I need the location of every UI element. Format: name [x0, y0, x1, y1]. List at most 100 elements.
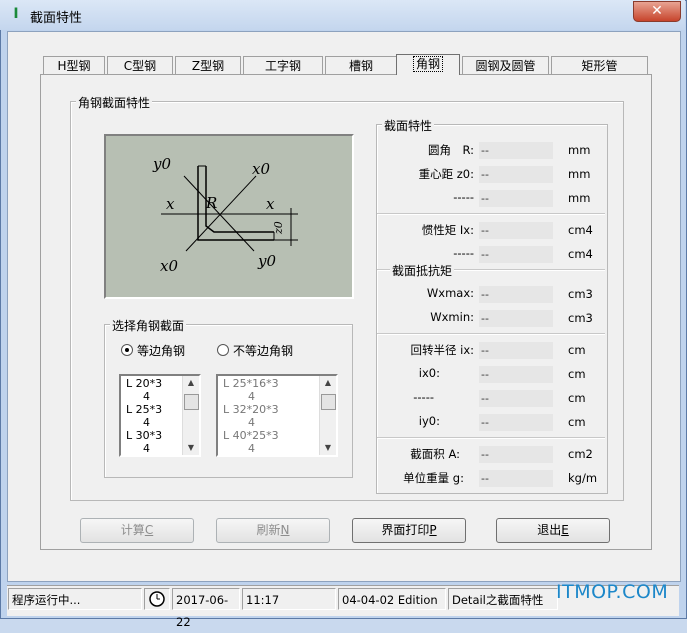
prop-unit-radius-ix: cm	[568, 343, 586, 357]
list-item[interactable]: L 25*3	[126, 403, 162, 416]
select-section-group-title: 选择角钢截面	[110, 317, 187, 334]
prop-label-radius-ix: 回转半径 ix:	[410, 343, 474, 357]
tab-h-steel[interactable]: H型钢	[43, 56, 105, 75]
refresh-button[interactable]: 刷新N	[216, 518, 330, 543]
prop-unit-fillet-r: mm	[568, 143, 591, 157]
prop-label-centroid-z0: 重心距 z0:	[418, 167, 474, 181]
tab-i-beam[interactable]: 工字钢	[243, 56, 323, 75]
prop-unit-blank-3: cm	[568, 391, 586, 405]
status-module: Detail之截面特性	[448, 588, 558, 610]
prop-unit-centroid-z0: mm	[568, 167, 591, 181]
label-x-right: x	[266, 195, 275, 213]
prop-unit-ix0: cm	[568, 367, 586, 381]
angle-diagram-svg: y0 x0 x x R x0 y0 z0	[152, 155, 298, 275]
prop-unit-wxmax: cm3	[568, 287, 593, 301]
prop-value-blank-1: --	[479, 190, 553, 207]
scroll-up-icon[interactable]: ▲	[183, 376, 199, 390]
unequal-list-scrollbar[interactable]: ▲ ▼	[319, 376, 336, 455]
title-bar[interactable]: I 截面特性 ✕	[0, 0, 685, 30]
label-r: R	[205, 194, 217, 212]
prop-value-iy0: --	[479, 414, 553, 431]
prop-unit-area: cm2	[568, 447, 593, 461]
clock-icon	[144, 588, 170, 610]
prop-value-fillet-r: --	[479, 142, 553, 159]
tab-z-steel[interactable]: Z型钢	[175, 56, 241, 75]
radio-unequal[interactable]	[217, 344, 229, 356]
equal-angle-list[interactable]: L 20*3 4 L 25*3 4 L 30*3 4 ▲ ▼	[119, 374, 201, 457]
status-time: 11:17	[242, 588, 336, 610]
label-x0-bottom: x0	[160, 257, 178, 275]
status-edition: 04-04-02 Edition	[338, 588, 446, 610]
scroll-thumb[interactable]	[184, 394, 199, 410]
divider	[377, 333, 605, 335]
unequal-angle-list[interactable]: L 25*16*3 4 L 32*20*3 4 L 40*25*3 4 ▲ ▼	[216, 374, 338, 457]
label-y0-bottom: y0	[257, 252, 276, 270]
prop-unit-blank-1: mm	[568, 191, 591, 205]
tab-c-steel[interactable]: C型钢	[107, 56, 173, 75]
close-button[interactable]: ✕	[633, 1, 681, 22]
list-item[interactable]: L 32*20*3	[223, 403, 279, 416]
calc-button[interactable]: 计算C	[80, 518, 194, 543]
prop-value-inertia-ix: --	[479, 222, 553, 239]
label-x0-top: x0	[252, 160, 270, 178]
prop-label-wxmin: Wxmin:	[430, 310, 474, 324]
status-message: 程序运行中...	[8, 588, 142, 610]
exit-button[interactable]: 退出E	[496, 518, 610, 543]
scroll-down-icon[interactable]: ▼	[183, 441, 199, 455]
section-modulus-title: 截面抵抗矩	[390, 262, 455, 279]
scroll-up-icon[interactable]: ▲	[320, 376, 336, 390]
prop-label-inertia-ix: 惯性矩 Ix:	[421, 223, 474, 237]
equal-list-scrollbar[interactable]: ▲ ▼	[182, 376, 199, 455]
scroll-down-icon[interactable]: ▼	[320, 441, 336, 455]
prop-label-unit-weight: 单位重量 g:	[403, 471, 464, 485]
list-item[interactable]: 4	[143, 416, 150, 429]
prop-label-wxmax: Wxmax:	[426, 286, 474, 300]
prop-value-ix0: --	[479, 366, 553, 383]
list-item[interactable]: 4	[143, 390, 150, 403]
list-item[interactable]: L 20*3	[126, 377, 162, 390]
prop-label-iy0: iy0:	[418, 414, 440, 428]
prop-value-unit-weight: --	[479, 470, 553, 487]
list-item[interactable]: L 30*3	[126, 429, 162, 442]
prop-unit-inertia-ix: cm4	[568, 223, 593, 237]
watermark: ITMOP.COM	[556, 581, 669, 603]
label-y0-top: y0	[152, 155, 171, 173]
prop-value-blank-2: --	[479, 246, 553, 263]
prop-label-blank-1: -----	[453, 190, 474, 204]
list-item[interactable]: 4	[248, 442, 255, 455]
prop-label-area: 截面积 A:	[410, 447, 460, 461]
print-button[interactable]: 界面打印P	[352, 518, 466, 543]
properties-group-title: 截面特性	[382, 117, 435, 134]
prop-label-fillet-r: 圆角 R:	[427, 143, 474, 157]
prop-label-blank-3: -----	[413, 390, 434, 404]
window-title: 截面特性	[30, 11, 83, 26]
prop-unit-wxmin: cm3	[568, 311, 593, 325]
prop-unit-blank-2: cm4	[568, 247, 593, 261]
list-item[interactable]: 4	[143, 442, 150, 455]
status-date: 2017-06-22	[172, 588, 240, 629]
label-x-left: x	[166, 195, 175, 213]
list-item[interactable]: 4	[248, 416, 255, 429]
i-beam-icon: I	[13, 6, 19, 22]
divider	[377, 213, 605, 215]
label-z0: z0	[272, 221, 285, 235]
scroll-thumb[interactable]	[321, 394, 336, 410]
list-item[interactable]: L 40*25*3	[223, 429, 279, 442]
angle-diagram: y0 x0 x x R x0 y0 z0	[104, 134, 354, 299]
tab-rect-tube[interactable]: 矩形管	[551, 56, 648, 75]
prop-unit-iy0: cm	[568, 415, 586, 429]
radio-equal-label[interactable]: 等边角钢	[137, 342, 185, 359]
tab-round-tube[interactable]: 圆钢及圆管	[462, 56, 549, 75]
prop-value-wxmin: --	[479, 310, 553, 327]
radio-unequal-label[interactable]: 不等边角钢	[233, 342, 293, 359]
list-item[interactable]: 4	[248, 390, 255, 403]
prop-unit-unit-weight: kg/m	[568, 471, 598, 485]
list-item[interactable]: L 25*16*3	[223, 377, 279, 390]
radio-equal[interactable]	[121, 344, 133, 356]
tab-angle-steel[interactable]: 角钢	[396, 54, 460, 75]
prop-label-ix0: ix0:	[418, 366, 440, 380]
divider	[377, 437, 605, 439]
prop-value-wxmax: --	[479, 286, 553, 303]
tab-channel[interactable]: 槽钢	[325, 56, 397, 75]
prop-value-centroid-z0: --	[479, 166, 553, 183]
